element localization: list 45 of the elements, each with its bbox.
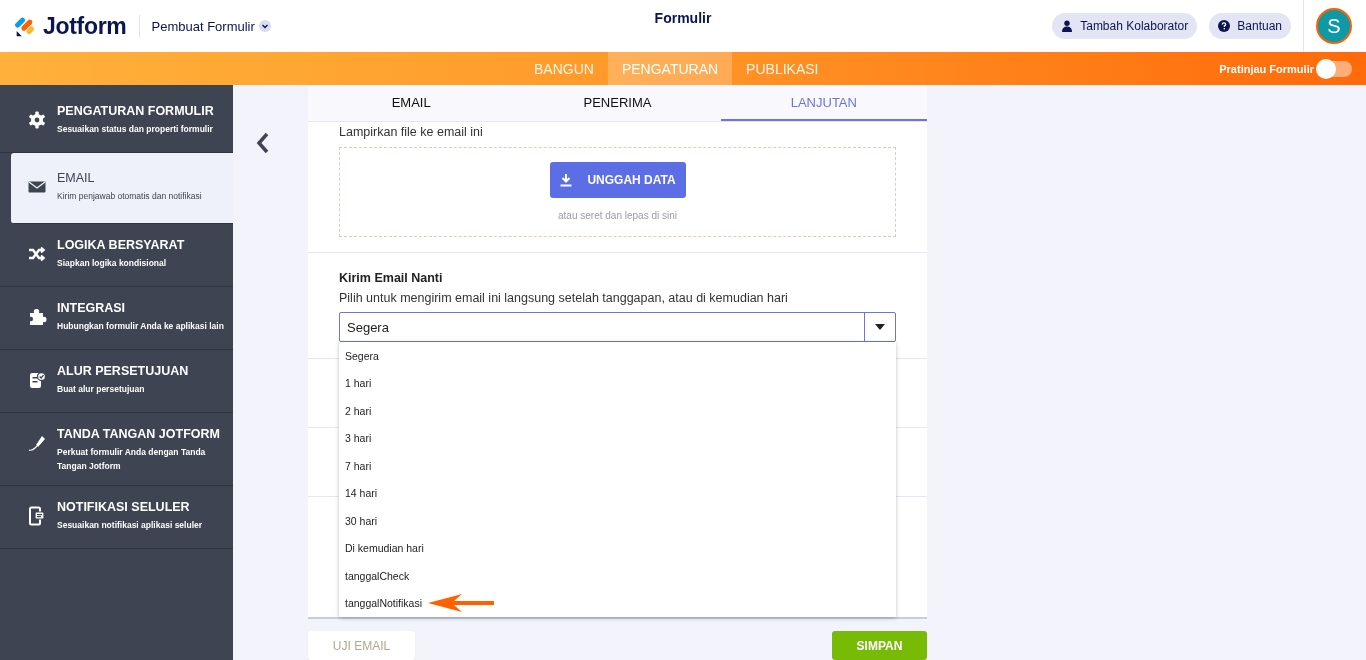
send-time-dropdown[interactable]: Segera [339,312,896,342]
dropdown-option[interactable]: tanggalNotifikasi [345,597,423,610]
sidebar-item[interactable]: ALUR PERSETUJUAN Buat alur persetujuan [0,350,233,413]
shuffle-icon [27,244,47,264]
form-title: Formulir [654,10,712,26]
sidebar-item[interactable]: INTEGRASI Hubungkan formulir Anda ke aplikasi lain [0,287,233,350]
dropdown-option[interactable]: 2 hari [345,404,372,417]
upload-button[interactable]: UNGGAH DATA [549,161,686,198]
preview-toggle[interactable] [1318,60,1352,77]
download-icon [559,172,574,187]
puzzle-icon [27,307,47,327]
settings-tab[interactable]: EMAIL [308,85,515,121]
caret-down-icon [875,324,885,330]
gear-icon [27,110,47,130]
document-check-icon [27,370,47,390]
pen-nib-icon [27,433,47,453]
person-icon [1061,20,1074,32]
sidebar-item[interactable]: NOTIFIKASI SELULER Sesuaikan notifikasi aplikasi seluler [0,486,233,549]
dropdown-option[interactable]: tanggalCheck [345,569,410,582]
sidebar-item[interactable]: LOGIKA BERSYARAT Siapkan logika kondisional [0,224,233,287]
section-title: Kirim Email Nanti [339,271,444,285]
drop-zone[interactable]: UNGGAH DATA atau seret dan lepas di sini [339,147,896,237]
add-collaborator-button[interactable]: Tambah Kolaborator [1052,13,1198,39]
dropdown-option[interactable]: 14 hari [345,487,378,500]
section-description: Pilih untuk mengirim email ini langsung setelah tanggapan, atau di kemudian hari [339,291,789,305]
settings-tab[interactable]: PENERIMA [514,85,721,121]
brand-name[interactable]: Jotform [43,12,127,40]
builder-menu[interactable]: Pembuat Formulir [151,18,271,34]
help-icon [1218,20,1231,32]
dropdown-option[interactable]: Di kemudian hari [345,542,424,555]
help-button[interactable]: Bantuan [1209,13,1291,39]
dropdown-option[interactable]: 7 hari [345,459,372,472]
dropdown-option[interactable]: Segera [345,349,379,362]
dropdown-option[interactable]: 1 hari [345,377,372,390]
sidebar-item[interactable]: EMAIL Kirim penjawab otomatis dan notifikasi [11,153,233,224]
attach-label: Lampirkan file ke email ini [339,125,484,139]
back-chevron-icon[interactable] [255,132,270,154]
drop-hint: atau seret dan lepas di sini [558,209,677,221]
phone-message-icon [27,506,47,526]
preview-label: Pratinjau Formulir [1219,62,1314,75]
dropdown-option[interactable]: 3 hari [345,432,372,445]
dropdown-option[interactable]: 30 hari [345,514,378,527]
chevron-down-icon [258,20,271,32]
sidebar-item[interactable]: TANDA TANGAN JOTFORM Perkuat formulir Anda dengan Tanda Tangan Jotform [0,413,233,486]
settings-tab[interactable]: LANJUTAN [720,85,927,121]
